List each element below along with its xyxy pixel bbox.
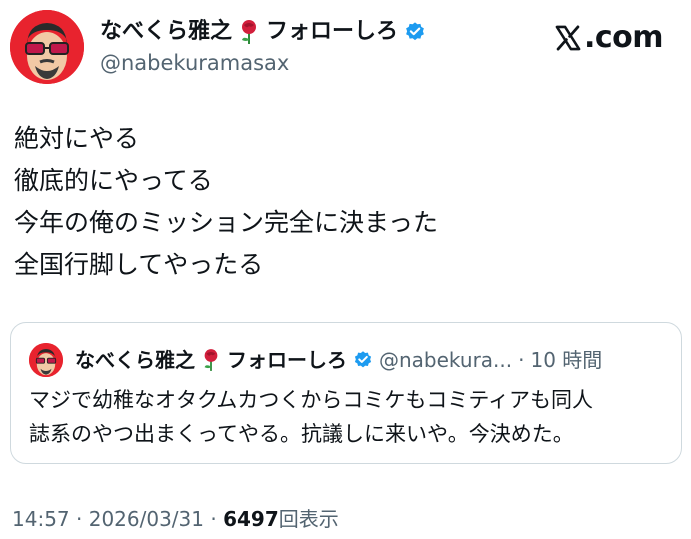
quoted-author-display-name-suffix: フォローしろ: [227, 348, 347, 372]
author-avatar[interactable]: [10, 10, 84, 84]
avatar-illustration-icon: [29, 343, 63, 377]
meta-separator: ·: [210, 507, 217, 531]
brand-domain: .com: [583, 20, 664, 55]
tweet-meta: 14:57 · 2026/03/31 · 6497回表示: [12, 505, 339, 533]
quoted-tweet-line: 誌系のやつ出まくってやる。抗議しに来いや。今決めた。: [29, 422, 574, 446]
quoted-author-display-name: なべくら雅之: [75, 348, 195, 372]
quoted-author-handle: @nabekura...: [379, 348, 513, 372]
quoted-tweet-card[interactable]: なべくら雅之 フォローしろ @nabekura... · 10 時間 マジで幼稚…: [10, 322, 682, 464]
meta-separator: ·: [76, 507, 83, 531]
views-count: 6497: [223, 507, 279, 531]
quoted-tweet-text: マジで幼稚なオタクムカつくからコミケもコミティアも同人 誌系のやつ出まくってやる…: [29, 383, 593, 451]
tweet-time[interactable]: 14:57: [12, 507, 70, 531]
tweet-line: 絶対にやる: [14, 124, 140, 153]
rose-emoji-icon: [242, 20, 257, 44]
author-identity: なべくら雅之 フォローしろ @nabekuramasax: [100, 18, 426, 76]
x-logo-icon: [555, 25, 581, 50]
views-label: 回表示: [278, 507, 339, 531]
quoted-tweet-line: マジで幼稚なオタクムカつくからコミケもコミティアも同人: [29, 388, 594, 412]
author-display-name-suffix: フォローしろ: [266, 19, 399, 44]
tweet-line: 今年の俺のミッション完全に決まった: [14, 208, 439, 237]
tweet-text: 絶対にやる 徹底的にやってる 今年の俺のミッション完全に決まった 全国行脚してや…: [14, 118, 438, 286]
rose-emoji-icon: [204, 349, 218, 371]
tweet-line: 全国行脚してやったる: [14, 250, 264, 279]
tweet-line: 徹底的にやってる: [14, 166, 213, 195]
quoted-separator: ·: [518, 348, 525, 372]
avatar-illustration-icon: [10, 10, 84, 84]
verified-badge-icon: [354, 351, 372, 368]
quoted-author-avatar[interactable]: [29, 343, 63, 377]
author-name-row[interactable]: なべくら雅之 フォローしろ: [100, 18, 426, 46]
tweet-header: なべくら雅之 フォローしろ @nabekuramasax .com: [10, 10, 681, 90]
x-brand: .com: [554, 20, 664, 55]
author-display-name: なべくら雅之: [100, 19, 233, 44]
quoted-timestamp[interactable]: 10 時間: [530, 346, 602, 374]
quoted-tweet-header: なべくら雅之 フォローしろ @nabekura... · 10 時間: [29, 343, 602, 377]
verified-badge-icon[interactable]: [404, 21, 426, 43]
tweet-date[interactable]: 2026/03/31: [89, 507, 204, 531]
author-handle[interactable]: @nabekuramasax: [100, 50, 426, 76]
